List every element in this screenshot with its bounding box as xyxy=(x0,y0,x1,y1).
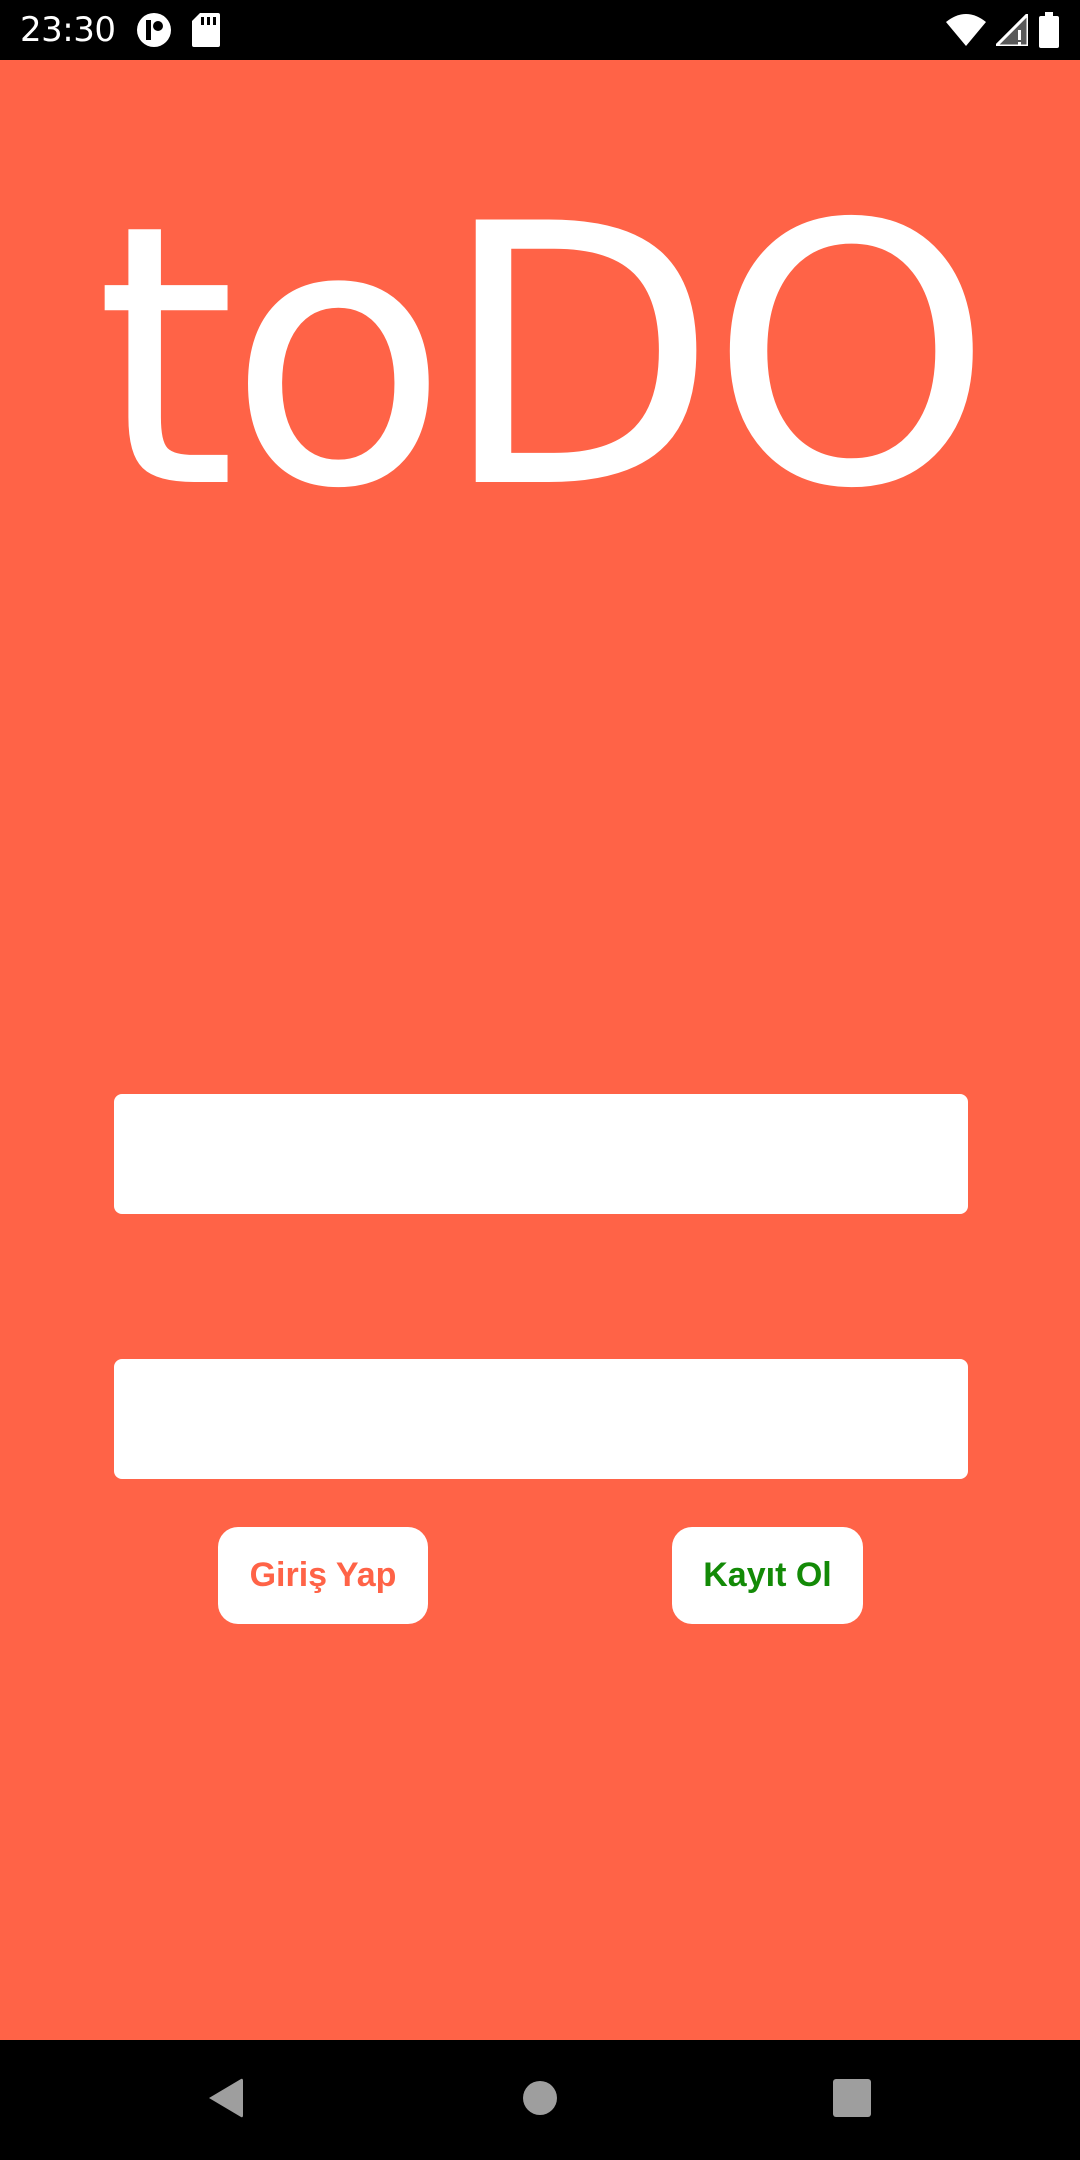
username-input[interactable] xyxy=(114,1094,968,1214)
recents-icon xyxy=(833,2078,871,2122)
cell-signal-icon xyxy=(996,14,1028,46)
status-left-icons xyxy=(136,12,220,48)
sd-card-icon xyxy=(192,13,220,47)
back-icon xyxy=(205,2076,245,2125)
wifi-icon xyxy=(946,14,986,46)
password-input[interactable] xyxy=(114,1359,968,1479)
app-screen: toDO Giriş Yap Kayıt Ol xyxy=(0,60,1080,2040)
home-button[interactable] xyxy=(450,2040,630,2160)
status-right-icons xyxy=(946,10,1060,50)
battery-icon xyxy=(1038,12,1060,48)
register-button[interactable]: Kayıt Ol xyxy=(672,1527,863,1624)
login-button[interactable]: Giriş Yap xyxy=(218,1527,428,1624)
app-logo: toDO xyxy=(95,148,993,567)
back-button[interactable] xyxy=(135,2040,315,2160)
recents-button[interactable] xyxy=(762,2040,942,2160)
status-bar: 23:30 xyxy=(0,0,1080,60)
notification-app-icon xyxy=(136,12,172,48)
home-icon xyxy=(522,2080,558,2121)
status-time: 23:30 xyxy=(20,10,116,50)
navigation-bar xyxy=(0,2040,1080,2160)
